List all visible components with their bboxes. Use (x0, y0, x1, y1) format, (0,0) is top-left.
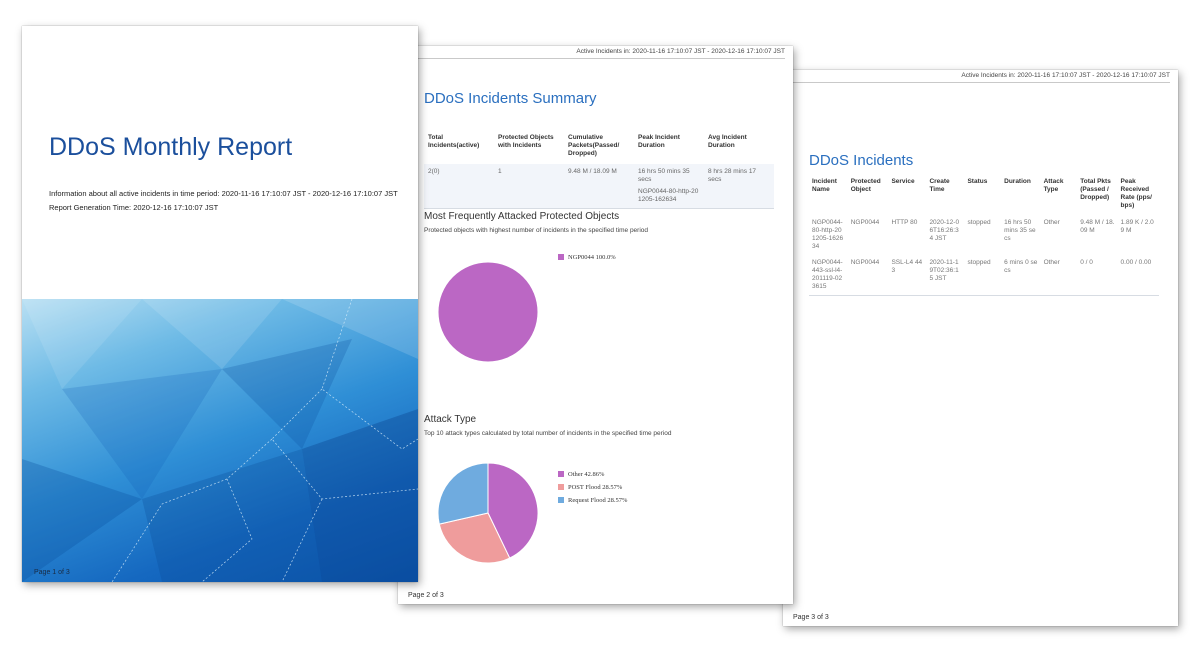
summary-title: DDoS Incidents Summary (424, 90, 597, 107)
column-header: Incident Name (812, 178, 837, 193)
table-cell: Other (1043, 219, 1060, 226)
table-cell: 6 mins 0 secs (1001, 255, 1041, 296)
table-cell: NGP0044-443-ssl-l4-201119-023615 (809, 255, 848, 296)
report-cover-page: DDoS Monthly Report Information about al… (22, 26, 418, 582)
table-cell: 0 / 0 (1077, 255, 1118, 296)
legend-label: Request Flood 28.57% (568, 497, 628, 504)
table-cell: HTTP 80 (891, 219, 918, 226)
column-header: Service (891, 178, 915, 185)
report-page-2: Active Incidents in: 2020-11-16 17:10:07… (398, 46, 793, 604)
legend-swatch (558, 471, 564, 477)
peak-incident-name: NGP0044-80-http-201205-162634 (638, 188, 699, 203)
page-number: Page 1 of 3 (34, 569, 70, 576)
table-cell: 2020-12-06T16:26:34 JST (929, 219, 960, 242)
legend-label: Other 42.86% (568, 471, 605, 478)
table-cell: NGP0044 (847, 255, 889, 296)
page-number: Page 3 of 3 (793, 614, 829, 621)
page-number: Page 2 of 3 (408, 592, 444, 599)
page-header-text: Active Incidents in: 2020-11-16 17:10:07… (576, 48, 785, 55)
table-cell: 9.48 M / 18.09 M (1080, 219, 1115, 234)
table-cell: stopped (967, 219, 991, 226)
section-title-attack-type: Attack Type (424, 414, 477, 425)
column-header: Create Time (929, 178, 950, 193)
table-cell: NGP0044-80-http-201205-162634 (812, 219, 844, 250)
legend-swatch (558, 484, 564, 490)
column-header: Protected Object (850, 178, 881, 193)
summary-header-row: Total Incidents(active) Protected Object… (424, 132, 774, 164)
incidents-table: Incident Name Protected Object Service C… (809, 176, 1159, 296)
legend-label: POST Flood 28.57% (568, 484, 623, 491)
column-header: Peak Incident Duration (638, 134, 680, 149)
legend-swatch (558, 497, 564, 503)
section-title-protected-objects: Most Frequently Attacked Protected Objec… (424, 211, 620, 222)
section-desc-protected-objects: Protected objects with highest number of… (424, 227, 649, 234)
column-header: Cumulative Packets(Passed/ Dropped) (568, 134, 620, 157)
incidents-header-row: Incident Name Protected Object Service C… (809, 176, 1159, 215)
summary-peak: 16 hrs 50 mins 35 secs NGP0044-80-http-2… (634, 164, 704, 209)
pie-slice-request-flood (437, 462, 489, 525)
column-header: Total Pkts (Passed / Dropped) (1080, 178, 1111, 201)
legend-label: NGP0044 100.0% (568, 254, 616, 261)
summary-row: 2(0) 1 9.48 M / 18.09 M 16 hrs 50 mins 3… (424, 164, 774, 209)
summary-packets: 9.48 M / 18.09 M (564, 164, 634, 209)
summary-table: Total Incidents(active) Protected Object… (424, 132, 774, 209)
table-row: NGP0044-80-http-201205-162634 NGP0044 HT… (809, 215, 1159, 255)
column-header: Total Incidents(active) (428, 134, 480, 149)
column-header: Peak Received Rate (pps/ bps) (1120, 178, 1152, 209)
cover-graphic (22, 299, 418, 582)
protected-objects-pie-chart (437, 261, 539, 363)
column-header: Attack Type (1043, 178, 1064, 193)
report-title: DDoS Monthly Report (49, 133, 293, 161)
column-header: Protected Objects with Incidents (498, 134, 554, 149)
legend-item: POST Flood 28.57% (558, 484, 622, 491)
table-cell: 16 hrs 50 mins 35 secs (1004, 219, 1036, 242)
report-generation-time: Report Generation Time: 2020-12-16 17:10… (49, 203, 219, 212)
legend-swatch (558, 254, 564, 260)
summary-avg: 8 hrs 28 mins 17 secs (704, 164, 774, 209)
table-cell: stopped (964, 255, 1002, 296)
page-header-text: Active Incidents in: 2020-11-16 17:10:07… (961, 72, 1170, 79)
summary-protected: 1 (494, 164, 564, 209)
legend-item: Other 42.86% (558, 471, 604, 478)
legend-item: NGP0044 100.0% (558, 254, 616, 261)
table-row: NGP0044-443-ssl-l4-201119-023615 NGP0044… (809, 255, 1159, 296)
incidents-title: DDoS Incidents (809, 152, 914, 169)
table-cell: 0.00 / 0.00 (1117, 255, 1159, 296)
peak-duration: 16 hrs 50 mins 35 secs (638, 168, 690, 183)
table-cell: SSL-L4 443 (888, 255, 927, 296)
column-header: Status (967, 178, 988, 185)
table-cell: Other (1040, 255, 1078, 296)
table-cell: NGP0044 (850, 219, 880, 226)
summary-total: 2(0) (424, 164, 494, 209)
legend-item: Request Flood 28.57% (558, 497, 627, 504)
pie-slice-ngp0044 (437, 261, 539, 363)
header-divider (791, 82, 1170, 83)
section-desc-attack-type: Top 10 attack types calculated by total … (424, 430, 672, 437)
table-cell: 2020-11-19T02:36:15 JST (926, 255, 965, 296)
column-header: Avg Incident Duration (708, 134, 747, 149)
table-cell: 1.89 K / 2.09 M (1120, 219, 1154, 234)
header-divider (406, 58, 785, 59)
column-header: Duration (1004, 178, 1031, 185)
report-period-info: Information about all active incidents i… (49, 189, 398, 198)
polygon-pattern (22, 299, 418, 582)
report-page-3: Active Incidents in: 2020-11-16 17:10:07… (783, 70, 1178, 626)
